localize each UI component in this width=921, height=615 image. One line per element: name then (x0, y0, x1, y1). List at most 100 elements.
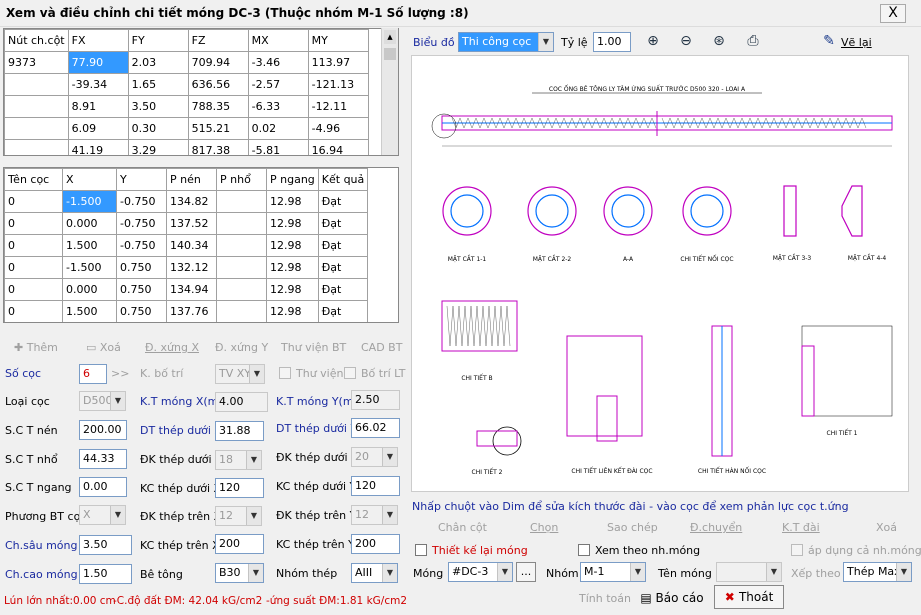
col-header[interactable]: Y (116, 168, 167, 191)
table-cell[interactable]: 0.02 (247, 117, 309, 140)
close-button[interactable]: X (880, 4, 906, 23)
kt-dai-button[interactable]: K.T đài (782, 521, 820, 534)
table-cell[interactable]: 0 (4, 212, 63, 235)
table-cell[interactable]: 0 (4, 278, 63, 301)
table-cell[interactable]: 788.35 (187, 95, 249, 118)
table-cell[interactable]: 2.03 (127, 51, 189, 74)
table-cell[interactable]: 0 (4, 234, 63, 257)
sct-nho-field[interactable]: 44.33 (79, 449, 127, 469)
table-cell[interactable]: -3.46 (247, 51, 309, 74)
col-header[interactable]: P nhổ (216, 168, 267, 191)
sym-x-button[interactable]: Đ. xứng X (145, 341, 199, 354)
force-table-container[interactable]: Nút ch.cột FX FY FZ MX MY 9373 77.90 2.03 7… (3, 28, 399, 156)
col-header[interactable]: Tên cọc (4, 168, 63, 191)
ch-cao-field[interactable]: 1.50 (79, 564, 132, 584)
table-cell[interactable]: 709.94 (187, 51, 249, 74)
nhom-thep-select[interactable]: AIII ▼ (351, 563, 398, 583)
mong-browse-button[interactable]: ... (516, 562, 536, 582)
table-cell[interactable] (4, 139, 69, 155)
table-cell[interactable]: 636.56 (187, 73, 249, 96)
table-cell[interactable]: -1.500 (62, 256, 117, 279)
table-cell[interactable]: 0.750 (116, 278, 167, 301)
table-cell[interactable] (216, 256, 267, 279)
table-cell[interactable]: 0.750 (116, 256, 167, 279)
table-cell[interactable]: 0.000 (62, 212, 117, 235)
ap-dung-checkbox[interactable] (791, 544, 803, 556)
pile-table-container[interactable]: Tên cọc X Y P nén P nhổ P ngang Kết quả … (3, 167, 399, 323)
table-cell[interactable]: Đạt (317, 278, 369, 301)
table-cell[interactable]: 137.52 (166, 212, 217, 235)
table-cell[interactable]: 0.30 (127, 117, 189, 140)
table-cell[interactable]: -6.33 (247, 95, 309, 118)
dk-thep-duoi-x-select[interactable]: 18 ▼ (215, 450, 262, 470)
table-cell[interactable] (4, 117, 69, 140)
ch-sau-field[interactable]: 3.50 (79, 535, 132, 555)
thiet-ke-lai-checkbox[interactable] (415, 544, 427, 556)
table-cell[interactable] (216, 190, 267, 213)
table-cell[interactable]: 12.98 (266, 300, 319, 322)
table-row[interactable]: 0 1.500 -0.750 140.34 12.98 Đạt (4, 234, 369, 257)
sym-y-button[interactable]: Đ. xứng Y (215, 341, 268, 354)
table-cell[interactable]: 12.98 (266, 256, 319, 279)
table-cell[interactable]: 0 (4, 256, 63, 279)
kc-thep-duoi-x-field[interactable]: 120 (215, 478, 264, 498)
scroll-up-icon[interactable]: ▲ (384, 30, 396, 44)
table-cell[interactable]: 134.94 (166, 278, 217, 301)
table-cell[interactable] (216, 300, 267, 322)
table-cell[interactable]: 113.97 (307, 51, 369, 74)
table-cell[interactable]: 515.21 (187, 117, 249, 140)
table-cell[interactable]: Đạt (317, 256, 369, 279)
table-cell[interactable] (4, 73, 69, 96)
col-header[interactable]: MY (307, 29, 369, 52)
dk-thep-tren-x-select[interactable]: 12 ▼ (215, 506, 262, 526)
scroll-thumb[interactable] (384, 48, 396, 60)
table-cell[interactable]: 1.500 (62, 234, 117, 257)
table-cell[interactable]: -12.11 (307, 95, 369, 118)
col-header[interactable]: FZ (187, 29, 249, 52)
col-header[interactable]: MX (247, 29, 309, 52)
table-row[interactable]: 9373 77.90 2.03 709.94 -3.46 113.97 (4, 51, 369, 74)
tinh-toan-button[interactable]: Tính toán (579, 592, 631, 605)
table-cell[interactable]: 3.29 (127, 139, 189, 155)
ve-lai-button[interactable]: Vẽ lại (841, 36, 872, 49)
table-row[interactable]: 0 0.000 0.750 134.94 12.98 Đạt (4, 278, 369, 301)
drawing-canvas[interactable]: COC ỐNG BÊ TÔNG LY TÂM ỨNG SUẤT TRƯỚC D5… (411, 55, 909, 492)
sct-nen-field[interactable]: 200.00 (79, 420, 127, 440)
xem-theo-nhom-checkbox[interactable] (578, 544, 590, 556)
table-cell[interactable]: -4.96 (307, 117, 369, 140)
table-cell[interactable]: -0.750 (116, 190, 167, 213)
table-cell[interactable]: Đạt (317, 190, 369, 213)
table-cell[interactable]: 6.09 (67, 117, 129, 140)
zoom-in-icon[interactable]: ⊕ (644, 32, 662, 50)
table-cell[interactable]: Đạt (317, 212, 369, 235)
table-cell[interactable]: -0.750 (116, 234, 167, 257)
table-cell[interactable]: 12.98 (266, 278, 319, 301)
thoat-button[interactable]: ✖ Thoát (714, 585, 784, 609)
k-bo-tri-select[interactable]: TV XY ▼ (215, 364, 265, 384)
xoa-button[interactable]: Xoá (876, 521, 897, 534)
table-cell[interactable]: -5.81 (247, 139, 309, 155)
sao-chep-button[interactable]: Sao chép (607, 521, 658, 534)
dt-thep-x-field[interactable]: 31.88 (215, 421, 264, 441)
table-cell[interactable]: -1.500 (62, 190, 117, 213)
table-cell[interactable]: 1.500 (62, 300, 117, 322)
table-cell[interactable] (4, 95, 69, 118)
dk-thep-duoi-y-select[interactable]: 20 ▼ (351, 447, 398, 467)
table-row[interactable]: 0 0.000 -0.750 137.52 12.98 Đạt (4, 212, 369, 235)
table-cell[interactable]: 140.34 (166, 234, 217, 257)
table-cell[interactable]: 8.91 (67, 95, 129, 118)
dk-thep-tren-y-select[interactable]: 12 ▼ (351, 505, 398, 525)
cad-button[interactable]: CAD BT (361, 341, 402, 354)
table-cell[interactable]: 0.000 (62, 278, 117, 301)
bao-cao-button[interactable]: ▤ Báo cáo (637, 586, 707, 610)
table-row[interactable]: -39.34 1.65 636.56 -2.57 -121.13 (4, 73, 369, 96)
table-row[interactable]: 8.91 3.50 788.35 -6.33 -12.11 (4, 95, 369, 118)
table-cell[interactable]: 137.76 (166, 300, 217, 322)
print-icon[interactable]: ⎙ (744, 32, 762, 50)
nhom-select[interactable]: M-1 ▼ (580, 562, 646, 582)
col-header[interactable]: P nén (166, 168, 217, 191)
table-cell[interactable]: 12.98 (266, 212, 319, 235)
table-cell[interactable] (216, 212, 267, 235)
col-header[interactable]: X (62, 168, 117, 191)
table-cell[interactable]: 41.19 (67, 139, 129, 155)
